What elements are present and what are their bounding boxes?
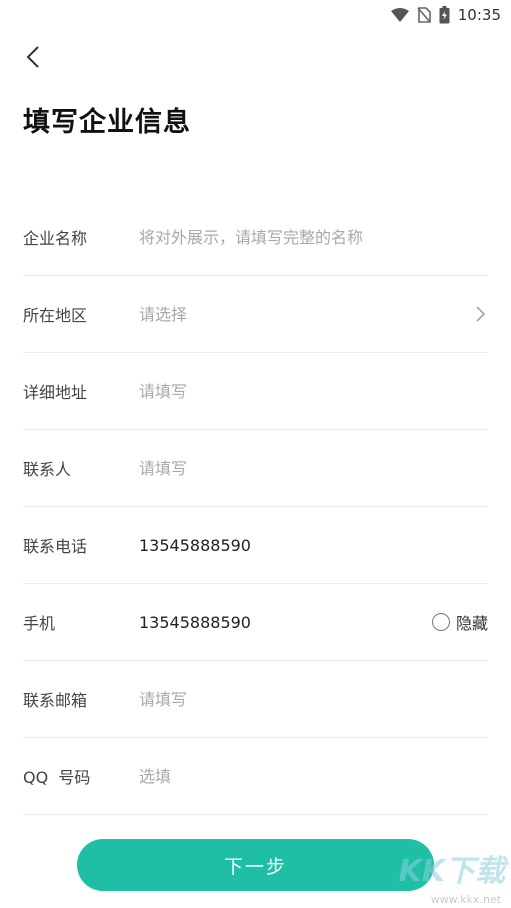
region-label: 所在地区 xyxy=(23,306,88,325)
qq-label: QQ 号码 xyxy=(23,768,91,787)
company-info-form: 企业名称 所在地区 详细地址 联系人 联系电话 手机 隐藏 联系邮箱 QQ 号码 xyxy=(23,199,488,815)
page-title: 填写企业信息 xyxy=(23,107,191,138)
wifi-icon xyxy=(390,8,409,22)
email-label: 联系邮箱 xyxy=(23,691,88,710)
company-name-label: 企业名称 xyxy=(23,229,88,248)
contact-phone-label: 联系电话 xyxy=(23,537,88,556)
no-sim-icon xyxy=(417,7,431,23)
battery-charging-icon xyxy=(439,6,450,24)
contact-label: 联系人 xyxy=(23,460,72,479)
status-bar: 10:35 xyxy=(0,0,511,30)
mobile-row: 手机 隐藏 xyxy=(23,584,488,661)
region-row[interactable]: 所在地区 xyxy=(23,276,488,353)
address-row: 详细地址 xyxy=(23,353,488,430)
hide-mobile-toggle[interactable]: 隐藏 xyxy=(431,610,488,634)
mobile-label: 手机 xyxy=(23,614,56,633)
address-label: 详细地址 xyxy=(23,383,88,402)
region-select[interactable] xyxy=(139,299,472,329)
address-input[interactable] xyxy=(139,376,488,406)
hide-label: 隐藏 xyxy=(455,614,488,633)
company-name-input[interactable] xyxy=(139,222,488,252)
chevron-right-icon[interactable] xyxy=(472,304,488,324)
email-input[interactable] xyxy=(139,684,488,714)
qq-row: QQ 号码 xyxy=(23,738,488,815)
hide-radio-icon[interactable] xyxy=(431,613,450,631)
email-row: 联系邮箱 xyxy=(23,661,488,738)
next-step-button[interactable]: 下一步 xyxy=(77,839,434,891)
contact-input[interactable] xyxy=(139,453,488,483)
chevron-left-icon xyxy=(26,45,40,73)
company-name-row: 企业名称 xyxy=(23,199,488,276)
contact-row: 联系人 xyxy=(23,430,488,507)
watermark-url: www.kkx.net xyxy=(430,893,501,906)
mobile-input[interactable] xyxy=(139,607,432,637)
qq-input[interactable] xyxy=(139,761,488,791)
status-time: 10:35 xyxy=(457,6,501,24)
contact-phone-row: 联系电话 xyxy=(23,507,488,584)
back-button[interactable] xyxy=(18,44,48,74)
contact-phone-input[interactable] xyxy=(139,530,488,560)
